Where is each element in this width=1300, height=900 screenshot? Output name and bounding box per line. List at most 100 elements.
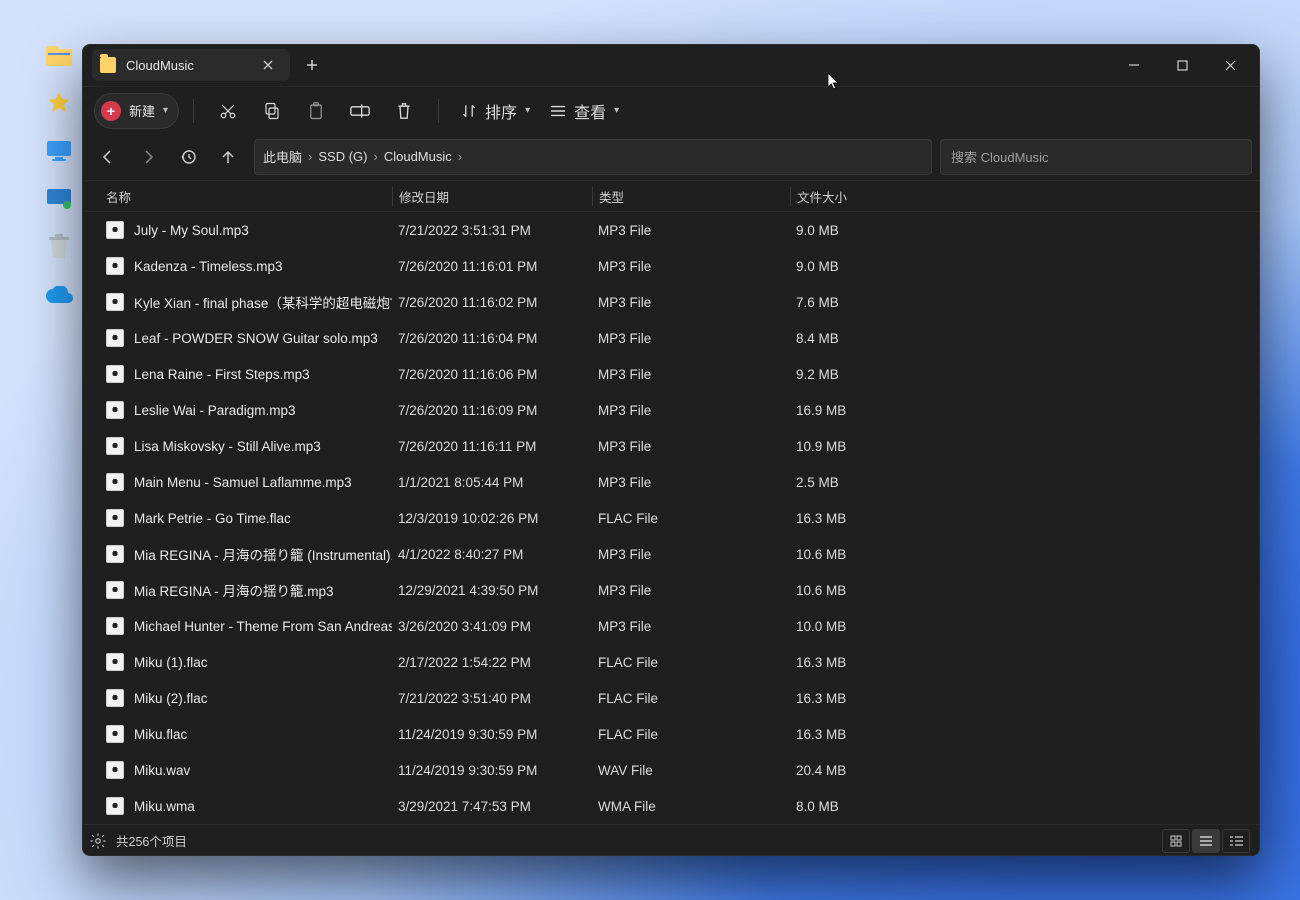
file-type: FLAC File: [592, 655, 790, 670]
table-row[interactable]: Leaf - POWDER SNOW Guitar solo.mp37/26/2…: [82, 320, 1260, 356]
folder-icon: [100, 57, 116, 73]
status-count: 共256个项目: [116, 831, 187, 850]
toolbar: + 新建 ▾ 排序 ▾ 查看 ▾: [82, 86, 1260, 133]
col-date[interactable]: 修改日期: [392, 187, 592, 206]
breadcrumb[interactable]: 此电脑› SSD (G)› CloudMusic›: [254, 139, 932, 175]
recycle-bin-icon[interactable]: [45, 234, 73, 260]
file-date: 4/1/2022 8:40:27 PM: [392, 547, 592, 562]
file-area: 名称 修改日期 类型 文件大小 July - My Soul.mp3 7/21/2…: [82, 180, 1260, 824]
file-type: MP3 File: [592, 583, 790, 598]
table-row[interactable]: Miku (1).flac2/17/2022 1:54:22 PMFLAC Fi…: [82, 644, 1260, 680]
columns-header[interactable]: 名称 修改日期 类型 文件大小: [82, 181, 1260, 212]
minimize-button[interactable]: [1112, 50, 1156, 80]
app-icon-explorer[interactable]: [45, 42, 73, 68]
table-row[interactable]: Mia REGINA - 月海の揺り籠 (Instrumental).mp34/…: [82, 536, 1260, 572]
plus-icon: +: [101, 101, 121, 121]
new-label: 新建: [129, 101, 155, 120]
view-compact-button[interactable]: [1222, 829, 1250, 853]
sort-label: 排序: [485, 99, 517, 123]
close-window-button[interactable]: [1208, 50, 1252, 80]
table-row[interactable]: Mia REGINA - 月海の揺り籠.mp312/29/2021 4:39:5…: [82, 572, 1260, 608]
audio-file-icon: [106, 617, 124, 635]
file-size: 10.9 MB: [790, 439, 930, 454]
view-button[interactable]: 查看 ▾: [542, 94, 627, 128]
file-size: 16.3 MB: [790, 691, 930, 706]
file-size: 16.3 MB: [790, 655, 930, 670]
table-row[interactable]: Miku (2).flac7/21/2022 3:51:40 PMFLAC Fi…: [82, 680, 1260, 716]
col-name[interactable]: 名称: [100, 187, 392, 206]
file-type: WMA File: [592, 799, 790, 814]
file-type: MP3 File: [592, 439, 790, 454]
view-details-button[interactable]: [1192, 829, 1220, 853]
nav-row: 此电脑› SSD (G)› CloudMusic› 搜索 CloudMusic: [82, 134, 1260, 180]
delete-button[interactable]: [384, 94, 424, 128]
window-controls: [1112, 50, 1252, 80]
copy-button[interactable]: [252, 94, 292, 128]
table-row[interactable]: Lena Raine - First Steps.mp37/26/2020 11…: [82, 356, 1260, 392]
table-row[interactable]: Michael Hunter - Theme From San Andreas.…: [82, 608, 1260, 644]
onedrive-icon[interactable]: [45, 282, 73, 308]
up-button[interactable]: [210, 141, 246, 173]
audio-file-icon: [106, 329, 124, 347]
audio-file-icon: [106, 293, 124, 311]
titlebar[interactable]: CloudMusic: [82, 44, 1260, 86]
sort-button[interactable]: 排序 ▾: [453, 94, 538, 128]
file-list[interactable]: July - My Soul.mp3 7/21/2022 3:51:31 PM MP…: [82, 212, 1260, 824]
audio-file-icon: [106, 725, 124, 743]
col-type[interactable]: 类型: [592, 187, 790, 206]
recent-button[interactable]: [170, 141, 206, 173]
view-toggle: [1162, 829, 1250, 853]
audio-file-icon: [106, 437, 124, 455]
table-row[interactable]: Lisa Miskovsky - Still Alive.mp37/26/202…: [82, 428, 1260, 464]
file-name: Miku.flac: [134, 727, 187, 742]
file-type: MP3 File: [592, 331, 790, 346]
crumb-ssd-g[interactable]: SSD (G)›: [318, 149, 377, 164]
table-row[interactable]: Miku.flac11/24/2019 9:30:59 PMFLAC File1…: [82, 716, 1260, 752]
table-row[interactable]: Main Menu - Samuel Laflamme.mp31/1/2021 …: [82, 464, 1260, 500]
file-date: 11/24/2019 9:30:59 PM: [392, 763, 592, 778]
table-row[interactable]: Miku.wma3/29/2021 7:47:53 PMWMA File8.0 …: [82, 788, 1260, 824]
search-input[interactable]: 搜索 CloudMusic: [940, 139, 1252, 175]
file-date: 7/21/2022 3:51:31 PM: [392, 223, 592, 238]
audio-file-icon: [106, 761, 124, 779]
rename-button[interactable]: [340, 94, 380, 128]
paste-button[interactable]: [296, 94, 336, 128]
col-size[interactable]: 文件大小: [790, 187, 930, 206]
maximize-button[interactable]: [1160, 50, 1204, 80]
cut-button[interactable]: [208, 94, 248, 128]
table-row[interactable]: Leslie Wai - Paradigm.mp37/26/2020 11:16…: [82, 392, 1260, 428]
settings-gear-icon[interactable]: [84, 827, 112, 855]
network-icon[interactable]: [45, 186, 73, 212]
file-name: July - My Soul.mp3: [134, 223, 249, 238]
table-row[interactable]: Kadenza - Timeless.mp37/26/2020 11:16:01…: [82, 248, 1260, 284]
back-button[interactable]: [90, 141, 126, 173]
file-name: Kyle Xian - final phase（某科学的超电磁炮T／...: [134, 292, 392, 312]
file-name: Miku.wma: [134, 799, 195, 814]
file-size: 10.6 MB: [790, 547, 930, 562]
file-size: 8.0 MB: [790, 799, 930, 814]
close-tab-button[interactable]: [256, 53, 280, 77]
table-row[interactable]: Kyle Xian - final phase（某科学的超电磁炮T／...7/2…: [82, 284, 1260, 320]
crumb-this-pc[interactable]: 此电脑›: [263, 147, 312, 166]
monitor-icon[interactable]: [45, 138, 73, 164]
file-size: 8.4 MB: [790, 331, 930, 346]
mouse-cursor: [828, 73, 840, 91]
table-row[interactable]: Mark Petrie - Go Time.flac12/3/2019 10:0…: [82, 500, 1260, 536]
crumb-cloudmusic[interactable]: CloudMusic›: [384, 149, 462, 164]
file-type: MP3 File: [592, 367, 790, 382]
view-grid-button[interactable]: [1162, 829, 1190, 853]
file-size: 9.2 MB: [790, 367, 930, 382]
tab-cloudmusic[interactable]: CloudMusic: [92, 49, 290, 81]
status-bar: 共256个项目: [82, 824, 1260, 856]
new-button[interactable]: + 新建 ▾: [94, 93, 179, 129]
star-icon[interactable]: [45, 90, 73, 116]
audio-file-icon: [106, 545, 124, 563]
forward-button[interactable]: [130, 141, 166, 173]
file-date: 7/26/2020 11:16:09 PM: [392, 403, 592, 418]
file-size: 16.9 MB: [790, 403, 930, 418]
new-tab-button[interactable]: [300, 53, 324, 77]
file-name: Lena Raine - First Steps.mp3: [134, 367, 310, 382]
table-row[interactable]: Miku.wav11/24/2019 9:30:59 PMWAV File20.…: [82, 752, 1260, 788]
file-date: 3/26/2020 3:41:09 PM: [392, 619, 592, 634]
table-row[interactable]: July - My Soul.mp37/21/2022 3:51:31 PMMP…: [82, 212, 1260, 248]
